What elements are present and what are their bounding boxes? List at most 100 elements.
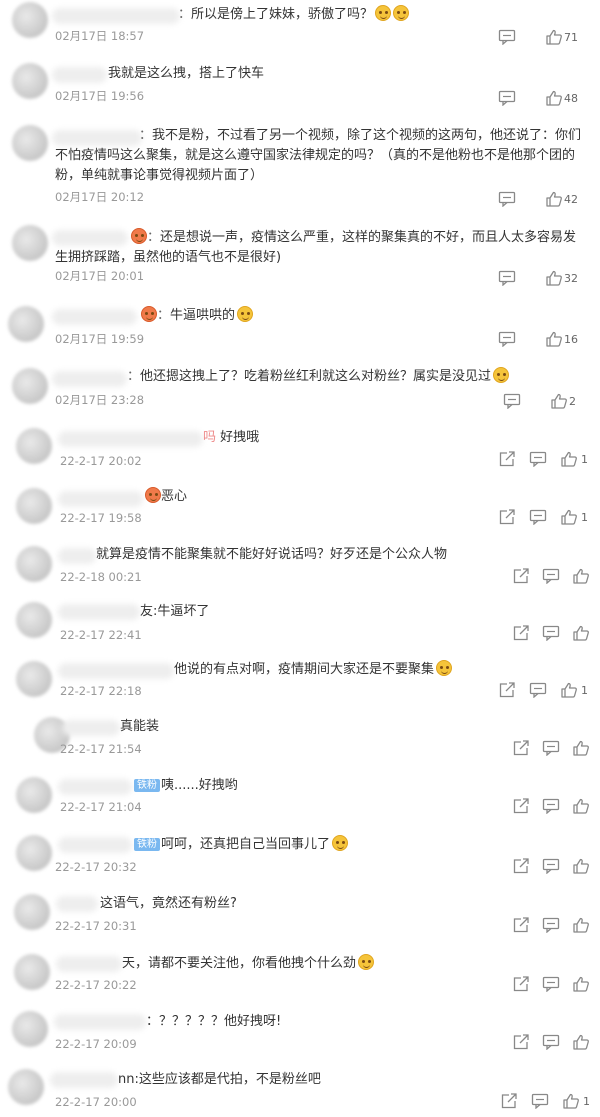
comment-item: ：还是想说一声，疫情这么严重，这样的聚集真的不好，而且人太多容易发生拥挤踩踏，虽…: [0, 211, 600, 294]
comment-time: 02月17日 19:59: [55, 332, 145, 346]
username-blurred[interactable]: [52, 309, 137, 325]
username-blurred[interactable]: [58, 837, 132, 853]
comment-icon[interactable]: [542, 798, 560, 814]
comment-text: 就算是疫情不能聚集就不能好好说话吗？好歹还是个公众人物: [96, 547, 448, 562]
thumbs-up-icon[interactable]: [560, 451, 578, 467]
comment-icon[interactable]: [498, 331, 516, 347]
comment-item: 天，请都不要关注他，你看他拽个什么劲 22-2-17 20:22: [0, 944, 600, 1003]
comment-icon[interactable]: [529, 451, 547, 467]
comment-icon[interactable]: [529, 509, 547, 525]
avatar[interactable]: [16, 428, 52, 464]
comment-icon[interactable]: [542, 976, 560, 992]
share-icon[interactable]: [512, 917, 530, 933]
username-blurred[interactable]: [50, 1072, 118, 1088]
share-icon[interactable]: [512, 976, 530, 992]
emoji-icon: [145, 487, 161, 503]
thumbs-up-icon[interactable]: [562, 1093, 580, 1109]
comment-item: 我就是这么拽，搭上了快车 02月17日 19:56 48: [0, 55, 600, 111]
thumbs-up-icon[interactable]: [572, 798, 590, 814]
username-blurred[interactable]: [52, 8, 180, 24]
avatar[interactable]: [16, 488, 52, 524]
share-icon[interactable]: [498, 509, 516, 525]
username-blurred[interactable]: [58, 431, 203, 447]
comment-icon[interactable]: [542, 568, 560, 584]
username-blurred[interactable]: [58, 663, 174, 679]
comment-icon[interactable]: [542, 858, 560, 874]
avatar[interactable]: [12, 63, 48, 99]
avatar[interactable]: [12, 368, 48, 404]
share-icon[interactable]: [512, 798, 530, 814]
comment-time: 22-2-17 20:22: [55, 978, 137, 992]
username-blurred[interactable]: [52, 67, 107, 83]
username-blurred[interactable]: [56, 956, 122, 972]
comment-text: ：牛逼哄哄的: [139, 306, 254, 326]
comment-text: 铁粉 呵呵，还真把自己当回事儿了: [134, 835, 349, 855]
comment-icon[interactable]: [498, 191, 516, 207]
thumbs-up-icon[interactable]: [545, 90, 563, 106]
comment-icon[interactable]: [542, 917, 560, 933]
thumbs-up-icon[interactable]: [572, 858, 590, 874]
like-count: 1: [581, 453, 588, 466]
comment-icon[interactable]: [542, 625, 560, 641]
comment-icon[interactable]: [503, 393, 521, 409]
thumbs-up-icon[interactable]: [560, 509, 578, 525]
comment-text: 天，请都不要关注他，你看他拽个什么劲: [122, 954, 375, 974]
thumbs-up-icon[interactable]: [545, 191, 563, 207]
share-icon[interactable]: [512, 858, 530, 874]
thumbs-up-icon[interactable]: [545, 270, 563, 286]
avatar[interactable]: [8, 1069, 44, 1105]
comment-icon[interactable]: [542, 1034, 560, 1050]
username-blurred[interactable]: [58, 491, 143, 507]
avatar[interactable]: [12, 1011, 48, 1047]
avatar[interactable]: [16, 661, 52, 697]
avatar[interactable]: [12, 2, 48, 38]
thumbs-up-icon[interactable]: [572, 740, 590, 756]
comment-time: 22-2-17 22:41: [60, 628, 142, 642]
thumbs-up-icon[interactable]: [545, 29, 563, 45]
comment-text: ：我不是粉，不过看了另一个视频，除了这个视频的这两句，他还说了：你们不怕疫情吗这…: [55, 128, 582, 183]
username-blurred[interactable]: [58, 548, 96, 564]
avatar[interactable]: [16, 835, 52, 871]
avatar[interactable]: [16, 546, 52, 582]
share-icon[interactable]: [512, 625, 530, 641]
thumbs-up-icon[interactable]: [572, 976, 590, 992]
avatar[interactable]: [14, 894, 50, 930]
share-icon[interactable]: [512, 1034, 530, 1050]
comment-icon[interactable]: [531, 1093, 549, 1109]
comment-icon[interactable]: [542, 740, 560, 756]
username-blurred[interactable]: [58, 779, 132, 795]
avatar[interactable]: [8, 306, 44, 342]
like-count: 1: [581, 684, 588, 697]
comment-text: 铁粉 咦......好拽哟: [134, 776, 238, 796]
thumbs-up-icon[interactable]: [572, 917, 590, 933]
comment-icon[interactable]: [498, 270, 516, 286]
comment-item: ：我不是粉，不过看了另一个视频，除了这个视频的这两句，他还说了：你们不怕疫情吗这…: [0, 111, 600, 211]
avatar[interactable]: [14, 954, 50, 990]
thumbs-up-icon[interactable]: [545, 331, 563, 347]
username-blurred[interactable]: [54, 1014, 146, 1030]
comment-icon[interactable]: [498, 90, 516, 106]
avatar[interactable]: [12, 225, 48, 261]
share-icon[interactable]: [500, 1093, 518, 1109]
username-blurred[interactable]: [58, 604, 140, 620]
username-blurred[interactable]: [62, 720, 120, 736]
avatar[interactable]: [16, 602, 52, 638]
thumbs-up-icon[interactable]: [572, 1034, 590, 1050]
comment-icon[interactable]: [498, 29, 516, 45]
thumbs-up-icon[interactable]: [572, 568, 590, 584]
comment-item: 真能装 22-2-17 21:54: [0, 711, 600, 769]
thumbs-up-icon[interactable]: [550, 393, 568, 409]
share-icon[interactable]: [512, 568, 530, 584]
thumbs-up-icon[interactable]: [560, 682, 578, 698]
thumbs-up-icon[interactable]: [572, 625, 590, 641]
username-blurred[interactable]: [56, 896, 98, 912]
like-count: 32: [564, 272, 578, 285]
username-blurred[interactable]: [52, 371, 127, 387]
share-icon[interactable]: [498, 451, 516, 467]
comment-item: ：牛逼哄哄的 02月17日 19:59 16: [0, 294, 600, 356]
share-icon[interactable]: [498, 682, 516, 698]
comment-icon[interactable]: [529, 682, 547, 698]
avatar[interactable]: [12, 125, 48, 161]
avatar[interactable]: [16, 777, 52, 813]
share-icon[interactable]: [512, 740, 530, 756]
